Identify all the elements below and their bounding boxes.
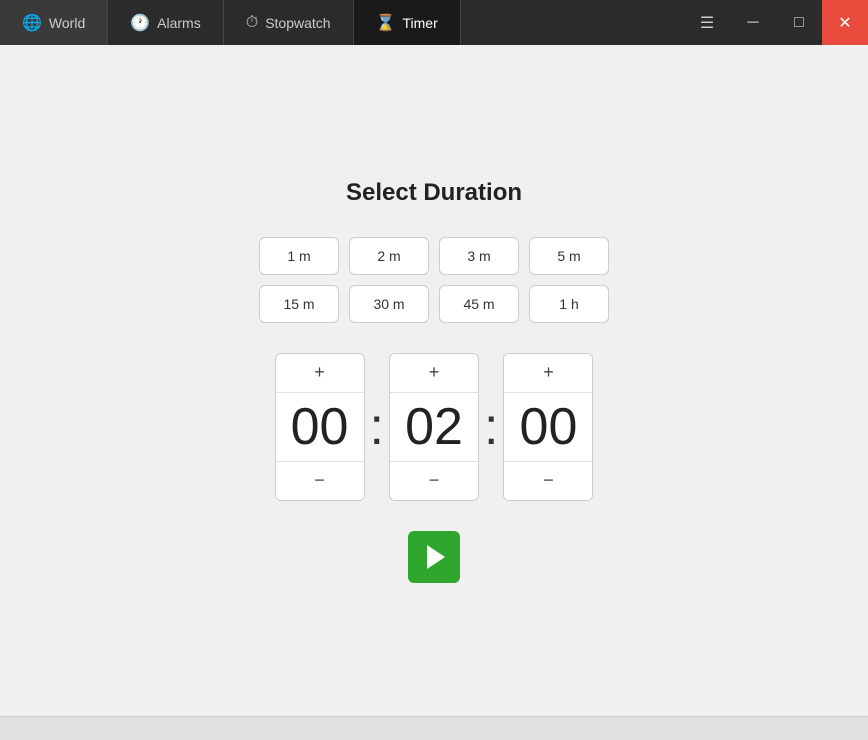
world-icon: 🌐: [22, 13, 42, 33]
alarms-icon: 🕐: [130, 13, 150, 33]
stopwatch-icon: ⏱: [246, 14, 258, 32]
hamburger-button[interactable]: ☰: [684, 0, 730, 45]
tab-stopwatch[interactable]: ⏱ Stopwatch: [224, 0, 354, 45]
minimize-icon: ─: [747, 14, 758, 32]
play-icon: [427, 545, 445, 569]
separator-2: :: [479, 397, 503, 457]
seconds-value: 00: [504, 392, 592, 462]
hours-increment-button[interactable]: +: [276, 354, 364, 392]
tab-world-label: World: [49, 15, 85, 31]
maximize-button[interactable]: □: [776, 0, 822, 45]
hours-segment: + 00 −: [275, 353, 365, 501]
separator-1: :: [365, 397, 389, 457]
tab-alarms[interactable]: 🕐 Alarms: [108, 0, 223, 45]
minimize-button[interactable]: ─: [730, 0, 776, 45]
close-icon: ✕: [838, 13, 851, 33]
duration-15m[interactable]: 15 m: [259, 285, 339, 323]
main-content: Select Duration 1 m 2 m 3 m 5 m 15 m 30 …: [0, 45, 868, 716]
duration-2m[interactable]: 2 m: [349, 237, 429, 275]
tab-timer-label: Timer: [403, 15, 438, 31]
duration-grid: 1 m 2 m 3 m 5 m 15 m 30 m 45 m 1 h: [259, 237, 609, 323]
seconds-increment-button[interactable]: +: [504, 354, 592, 392]
duration-30m[interactable]: 30 m: [349, 285, 429, 323]
tab-timer[interactable]: ⌛ Timer: [354, 0, 461, 45]
timer-icon: ⌛: [376, 13, 396, 33]
minutes-segment: + 02 −: [389, 353, 479, 501]
window-controls: ☰ ─ □ ✕: [684, 0, 868, 45]
duration-3m[interactable]: 3 m: [439, 237, 519, 275]
minutes-value: 02: [390, 392, 478, 462]
close-button[interactable]: ✕: [822, 0, 868, 45]
duration-1m[interactable]: 1 m: [259, 237, 339, 275]
play-button[interactable]: [408, 531, 460, 583]
tab-bar: 🌐 World 🕐 Alarms ⏱ Stopwatch ⌛ Timer: [0, 0, 461, 45]
tab-world[interactable]: 🌐 World: [0, 0, 108, 45]
tab-alarms-label: Alarms: [157, 15, 201, 31]
maximize-icon: □: [794, 14, 804, 32]
page-title: Select Duration: [346, 179, 522, 207]
hours-value: 00: [276, 392, 364, 462]
seconds-segment: + 00 −: [503, 353, 593, 501]
hamburger-icon: ☰: [700, 13, 714, 33]
bottom-bar: [0, 716, 868, 740]
seconds-decrement-button[interactable]: −: [504, 462, 592, 500]
time-picker: + 00 − : + 02 − : + 00 −: [275, 353, 594, 501]
titlebar: 🌐 World 🕐 Alarms ⏱ Stopwatch ⌛ Timer ☰ ─…: [0, 0, 868, 45]
minutes-increment-button[interactable]: +: [390, 354, 478, 392]
minutes-decrement-button[interactable]: −: [390, 462, 478, 500]
tab-stopwatch-label: Stopwatch: [265, 15, 330, 31]
duration-45m[interactable]: 45 m: [439, 285, 519, 323]
hours-decrement-button[interactable]: −: [276, 462, 364, 500]
duration-5m[interactable]: 5 m: [529, 237, 609, 275]
duration-1h[interactable]: 1 h: [529, 285, 609, 323]
